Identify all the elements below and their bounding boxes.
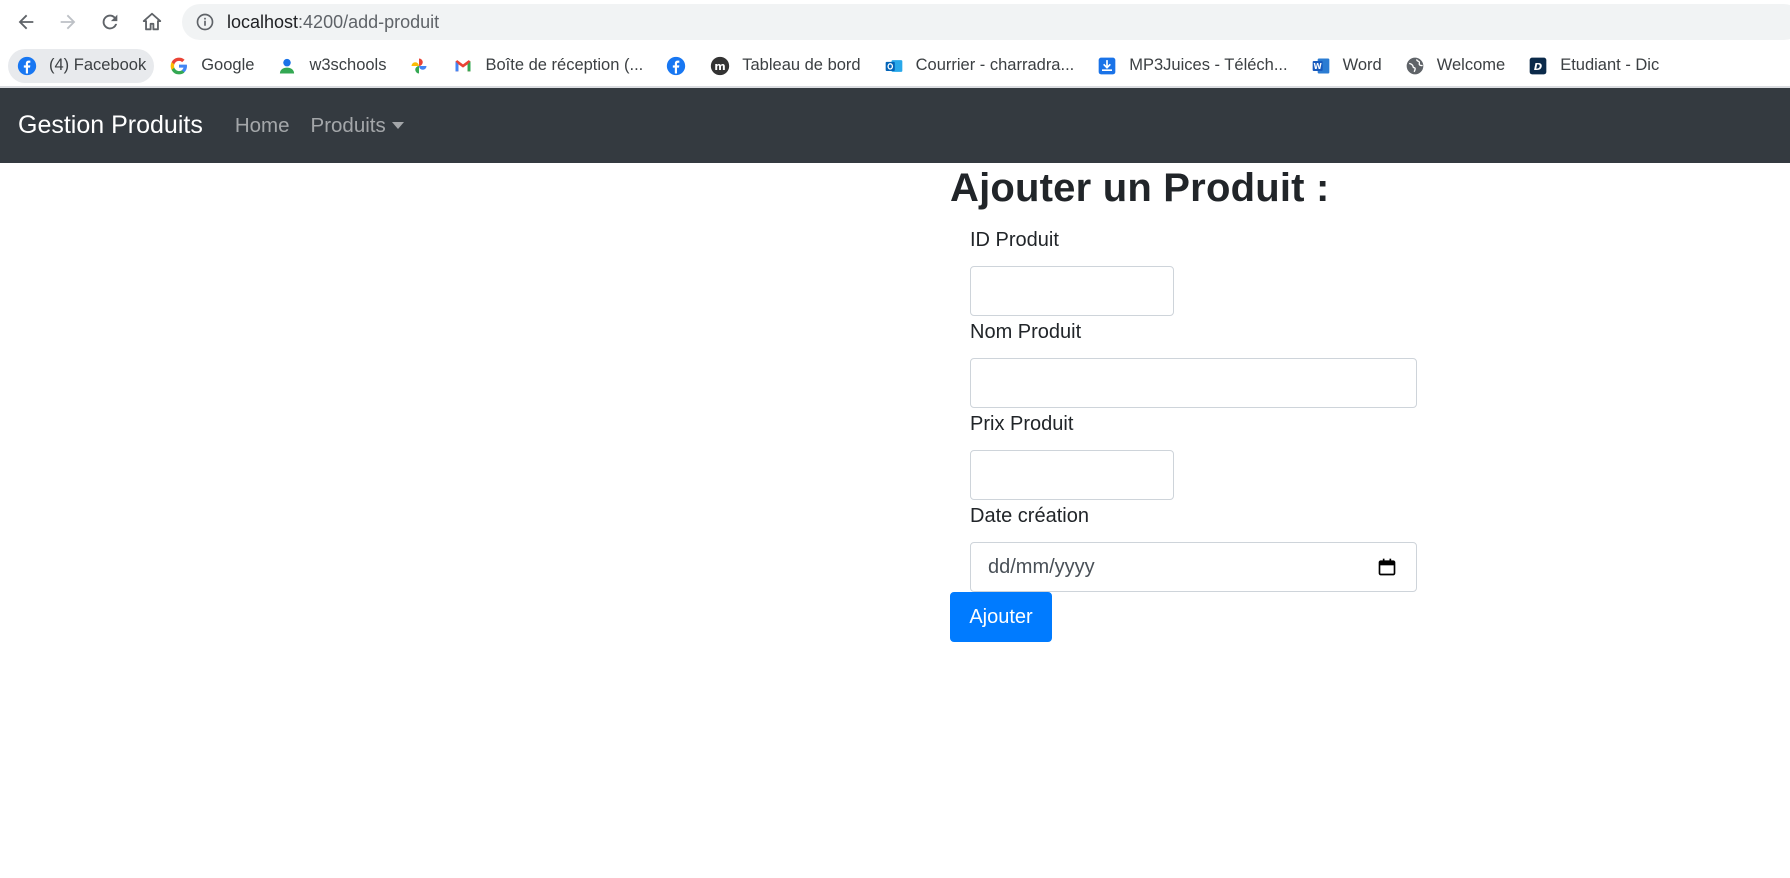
svg-text:m: m xyxy=(715,59,726,72)
nom-produit-input[interactable] xyxy=(970,358,1417,408)
back-button[interactable] xyxy=(12,8,40,36)
prix-produit-input[interactable] xyxy=(970,450,1174,500)
moodle-icon: m xyxy=(709,55,731,77)
forward-button[interactable] xyxy=(54,8,82,36)
bookmark-label: (4) Facebook xyxy=(49,56,147,74)
reload-button[interactable] xyxy=(96,8,124,36)
prix-produit-label: Prix Produit xyxy=(970,413,1074,435)
nom-produit-label: Nom Produit xyxy=(970,321,1082,343)
person-icon xyxy=(276,55,298,77)
id-produit-input[interactable] xyxy=(970,266,1174,316)
home-button[interactable] xyxy=(138,8,166,36)
outlook-icon xyxy=(883,55,905,77)
app-navbar: Gestion Produits Home Produits xyxy=(0,88,1790,163)
nav-link-home[interactable]: Home xyxy=(235,114,290,138)
download-icon xyxy=(1096,55,1118,77)
url-path: :4200/add-produit xyxy=(298,11,440,32)
bookmark-label: MP3Juices - Téléch... xyxy=(1129,56,1288,74)
bookmark-w3schools[interactable]: w3schools xyxy=(268,49,394,83)
info-icon[interactable] xyxy=(195,12,215,32)
ajouter-button[interactable]: Ajouter xyxy=(950,592,1052,642)
navbar-brand[interactable]: Gestion Produits xyxy=(18,111,203,140)
nav-dropdown-produits[interactable]: Produits xyxy=(311,114,404,138)
browser-toolbar: localhost:4200/add-produit xyxy=(0,0,1790,45)
nav-dropdown-label: Produits xyxy=(310,113,386,137)
page-title: Ajouter un Produit : xyxy=(950,166,1330,210)
calendar-icon[interactable] xyxy=(1377,557,1397,577)
facebook-icon xyxy=(665,55,687,77)
bookmark-label: Word xyxy=(1342,56,1382,74)
arrow-left-icon xyxy=(18,14,34,30)
bookmark-facebook-2[interactable] xyxy=(657,49,695,83)
bookmark-label: Boîte de réception (... xyxy=(485,56,644,74)
url-host: localhost xyxy=(227,11,299,32)
url-text: localhost:4200/add-produit xyxy=(227,12,439,33)
svg-text:W: W xyxy=(1313,61,1322,70)
id-produit-label: ID Produit xyxy=(970,229,1059,251)
bookmark-label: Tableau de bord xyxy=(742,56,861,74)
bookmark-google[interactable]: Google xyxy=(160,49,262,83)
bookmark-etudiant[interactable]: D Etudiant - Dic xyxy=(1519,49,1667,83)
bookmark-moodle[interactable]: m Tableau de bord xyxy=(701,49,868,83)
date-creation-input[interactable]: dd/mm/yyyy xyxy=(970,542,1417,592)
bookmark-facebook[interactable]: (4) Facebook xyxy=(8,48,155,83)
pinwheel-icon xyxy=(408,55,430,77)
date-creation-label: Date création xyxy=(970,505,1089,527)
facebook-icon xyxy=(16,55,38,77)
bookmarks-bar: (4) Facebook Google w3schools Boîte de r… xyxy=(0,45,1790,86)
gmail-icon xyxy=(452,55,474,77)
bookmark-label: Etudiant - Dic xyxy=(1560,56,1660,74)
bookmark-gmail[interactable]: Boîte de réception (... xyxy=(444,49,651,83)
app-icon: D xyxy=(1527,55,1549,77)
address-bar[interactable]: localhost:4200/add-produit xyxy=(182,4,1790,40)
caret-down-icon xyxy=(391,122,404,129)
globe-icon xyxy=(1404,55,1426,77)
bookmark-label: Welcome xyxy=(1436,56,1506,74)
bookmark-label: w3schools xyxy=(309,56,387,74)
google-icon xyxy=(168,55,190,77)
bookmark-mp3juices[interactable]: MP3Juices - Téléch... xyxy=(1088,49,1295,83)
bookmark-welcome[interactable]: Welcome xyxy=(1396,49,1513,83)
bookmark-label: Google xyxy=(201,56,255,74)
arrow-right-icon xyxy=(60,14,76,30)
reload-icon xyxy=(102,14,118,30)
bookmark-photos[interactable] xyxy=(400,49,438,83)
bookmark-word[interactable]: W Word xyxy=(1302,49,1390,83)
svg-text:D: D xyxy=(1534,61,1542,72)
date-placeholder: dd/mm/yyyy xyxy=(988,555,1095,578)
bookmark-outlook[interactable]: Courrier - charradra... xyxy=(875,49,1083,83)
bookmark-label: Courrier - charradra... xyxy=(915,56,1075,74)
home-icon xyxy=(142,12,162,31)
word-icon: W xyxy=(1310,55,1332,77)
